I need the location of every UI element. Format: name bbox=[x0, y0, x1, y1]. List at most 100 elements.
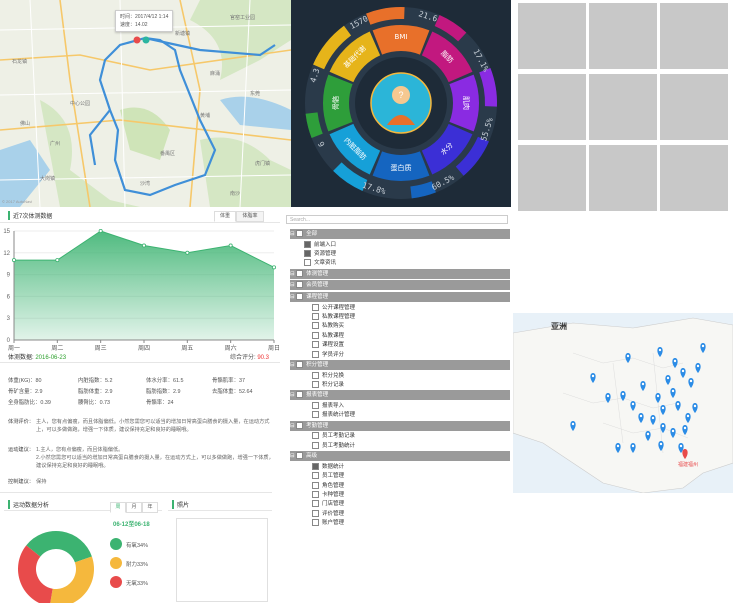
section-title: 近7次体测数据 bbox=[8, 211, 52, 220]
checkbox[interactable] bbox=[296, 230, 304, 238]
tree-leaf-row[interactable]: 前端入口 bbox=[304, 240, 336, 250]
checkbox[interactable] bbox=[296, 391, 304, 399]
tab-body-fat[interactable]: 体脂率 bbox=[236, 211, 264, 222]
tree-search-input[interactable]: Search... bbox=[286, 215, 508, 224]
tab-month[interactable]: 月 bbox=[126, 502, 142, 513]
checkbox[interactable] bbox=[312, 509, 319, 517]
photo-box[interactable] bbox=[176, 518, 268, 602]
tree-leaf-row[interactable]: 角色管理 bbox=[312, 481, 344, 491]
photo-tile[interactable] bbox=[660, 145, 728, 211]
data-point[interactable] bbox=[228, 243, 233, 248]
checkbox[interactable] bbox=[304, 250, 311, 258]
checkbox[interactable] bbox=[296, 452, 304, 460]
tree-group-label: 高级 bbox=[306, 453, 318, 460]
tab-week[interactable]: 周 bbox=[110, 502, 126, 513]
metric-value: 去脂体重：52.64 bbox=[212, 389, 253, 395]
checkbox[interactable] bbox=[312, 441, 319, 449]
checkbox[interactable] bbox=[312, 313, 319, 321]
donut-slice[interactable] bbox=[18, 545, 53, 603]
tree-leaf-row[interactable]: 私教课程 bbox=[312, 331, 344, 341]
tree-leaf-label: 员工考勤记录 bbox=[322, 433, 356, 440]
tree-leaf-row[interactable]: 公开课程管理 bbox=[312, 303, 356, 313]
tree-leaf-row[interactable]: 数据统计 bbox=[312, 462, 344, 472]
x-tick-label: 周三 bbox=[95, 345, 107, 352]
tree-leaf-row[interactable]: 私教购买 bbox=[312, 322, 344, 331]
checkbox[interactable] bbox=[312, 491, 319, 499]
photo-tile[interactable] bbox=[589, 74, 657, 140]
checkbox[interactable] bbox=[312, 481, 319, 489]
checkbox[interactable] bbox=[312, 519, 319, 527]
tooltip-time: 时间：2017/4/12 1:14 bbox=[120, 14, 169, 20]
checkbox[interactable] bbox=[312, 472, 319, 480]
svg-text:?: ? bbox=[398, 90, 403, 100]
map-place-label: 沙湾 bbox=[140, 181, 151, 187]
data-point[interactable] bbox=[11, 258, 16, 263]
tree-leaf-row[interactable]: 积分记录 bbox=[312, 381, 344, 390]
checkbox[interactable] bbox=[304, 259, 311, 267]
checkbox[interactable] bbox=[312, 500, 319, 508]
store-distribution-map[interactable]: 福建福州 亚洲 bbox=[513, 313, 733, 493]
tree-leaf-label: 公开课程管理 bbox=[322, 304, 356, 311]
tree-leaf-row[interactable]: 门店管理 bbox=[312, 500, 344, 509]
data-point[interactable] bbox=[271, 265, 276, 270]
metric-value: 体重(KG)：80 bbox=[8, 378, 42, 384]
tree-leaf-row[interactable]: 课程设置 bbox=[312, 341, 344, 350]
tree-group-row[interactable]: ⊟ 高级 bbox=[290, 451, 510, 462]
checkbox[interactable] bbox=[312, 462, 319, 470]
data-point[interactable] bbox=[185, 250, 190, 255]
checkbox[interactable] bbox=[312, 350, 319, 358]
tree-leaf-row[interactable]: 报表统计管理 bbox=[312, 411, 355, 420]
tab-weight[interactable]: 体重 bbox=[214, 211, 236, 222]
tree-leaf-row[interactable]: 员工管理 bbox=[312, 472, 344, 481]
tree-leaf-row[interactable]: 员工考勤统计 bbox=[312, 441, 355, 451]
checkbox[interactable] bbox=[312, 303, 319, 311]
checkbox[interactable] bbox=[312, 341, 319, 349]
tree-group-row[interactable]: ⊟ 课程管理 bbox=[290, 292, 510, 302]
tree-group-row[interactable]: ⊟ 全部 bbox=[290, 229, 510, 239]
checkbox[interactable] bbox=[312, 381, 319, 389]
tree-leaf-row[interactable]: 账户管理 bbox=[312, 519, 344, 528]
photo-tile[interactable] bbox=[660, 74, 728, 140]
tree-leaf-row[interactable]: 学员评分 bbox=[312, 350, 344, 360]
photo-tile[interactable] bbox=[518, 74, 586, 140]
donut-slice[interactable] bbox=[50, 556, 94, 603]
checkbox[interactable] bbox=[296, 281, 304, 289]
checkbox[interactable] bbox=[296, 293, 304, 301]
photo-tile[interactable] bbox=[518, 3, 586, 69]
route-map[interactable]: 官窑工业园 石龙镇 中心公园 广州 番禺区 东莞 佛山 南沙 黄埔 大岗镇 新塘… bbox=[0, 0, 291, 207]
x-tick-label: 周六 bbox=[225, 344, 237, 352]
checkbox[interactable] bbox=[304, 240, 311, 248]
checkbox[interactable] bbox=[296, 421, 304, 429]
checkbox[interactable] bbox=[312, 402, 319, 410]
tree-leaf-row[interactable]: 私教课程管理 bbox=[312, 313, 355, 322]
checkbox[interactable] bbox=[312, 322, 319, 330]
photo-tile[interactable] bbox=[660, 3, 728, 69]
tree-leaf-row[interactable]: 评价管理 bbox=[312, 509, 344, 519]
tree-group-row[interactable]: ⊟ 体测管理 bbox=[290, 268, 510, 279]
tree-group-row[interactable]: ⊟ 会员管理 bbox=[290, 280, 510, 291]
tree-leaf-row[interactable]: 文章资讯 bbox=[304, 259, 336, 268]
tab-year[interactable]: 年 bbox=[142, 502, 158, 513]
tree-leaf-row[interactable]: 报表导入 bbox=[312, 402, 344, 411]
tree-leaf-row[interactable]: 资源管理 bbox=[304, 250, 336, 259]
photo-tile[interactable] bbox=[518, 145, 586, 211]
data-point[interactable] bbox=[55, 258, 60, 263]
tree-leaf-row[interactable]: 员工考勤记录 bbox=[312, 432, 355, 441]
tree-leaf-row[interactable]: 卡种管理 bbox=[312, 491, 344, 500]
data-point[interactable] bbox=[141, 243, 146, 248]
checkbox[interactable] bbox=[312, 432, 319, 440]
data-point[interactable] bbox=[98, 229, 103, 234]
tree-group-row[interactable]: ⊟ 积分管理 bbox=[290, 360, 510, 370]
photo-tile[interactable] bbox=[589, 145, 657, 211]
checkbox[interactable] bbox=[312, 411, 319, 419]
tree-group-row[interactable]: ⊟ 报表管理 bbox=[290, 390, 510, 401]
checkbox[interactable] bbox=[312, 371, 319, 379]
map-place-label: 佛山 bbox=[20, 121, 31, 127]
checkbox[interactable] bbox=[296, 361, 304, 369]
photo-tile[interactable] bbox=[589, 3, 657, 69]
checkbox[interactable] bbox=[312, 331, 319, 339]
checkbox[interactable] bbox=[296, 269, 304, 277]
tree-leaf-row[interactable]: 积分兑换 bbox=[312, 371, 344, 381]
tree-group-row[interactable]: ⊟ 考勤管理 bbox=[290, 420, 510, 431]
tree-leaf-label: 积分记录 bbox=[322, 382, 345, 388]
